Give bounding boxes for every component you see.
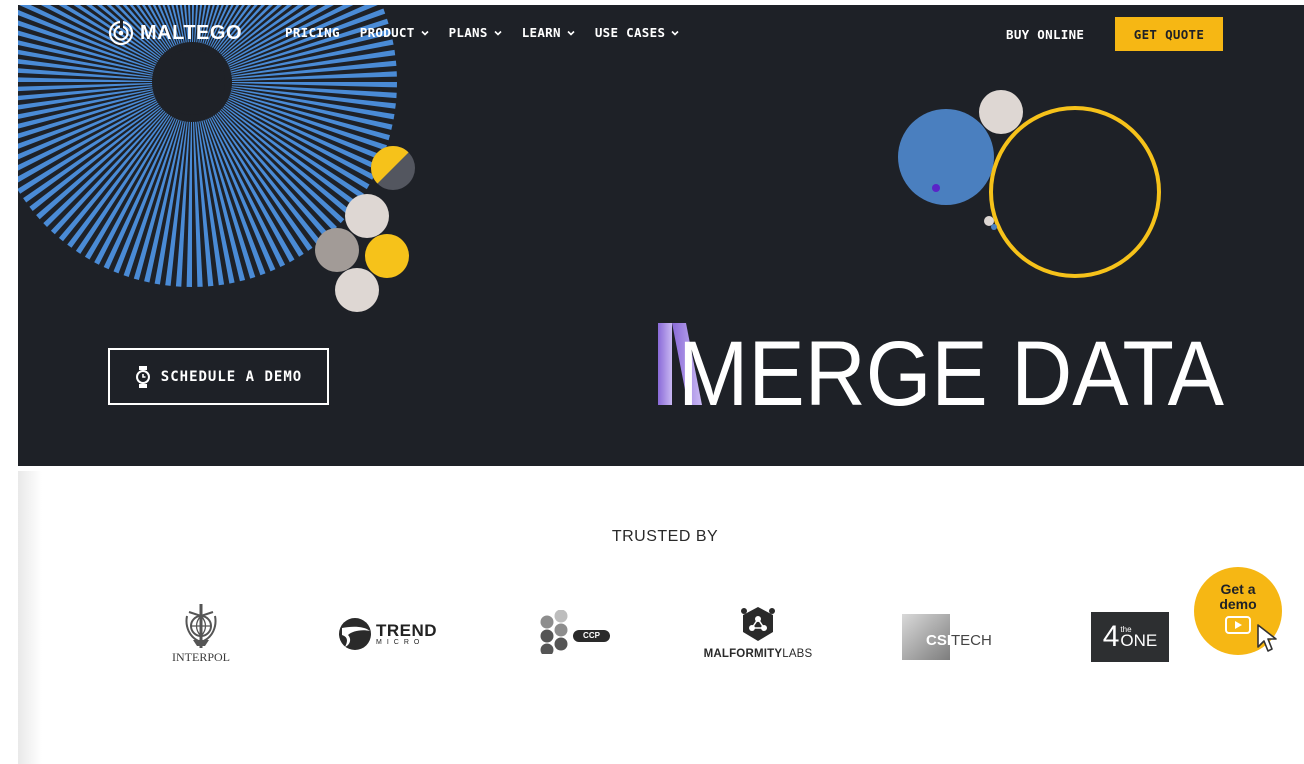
nav-item-plans[interactable]: PLANS xyxy=(449,25,502,40)
malformity-hexagon-icon xyxy=(741,607,775,641)
trend-micro-ball-icon xyxy=(339,618,371,650)
malformity-bold-label: MALFORMITY xyxy=(703,648,783,660)
schedule-demo-label: SCHEDULE A DEMO xyxy=(160,368,303,385)
nav-item-product[interactable]: PRODUCT xyxy=(360,25,429,40)
nav-item-pricing[interactable]: PRICING xyxy=(285,25,340,40)
logo-interpol: INTERPOL xyxy=(166,604,236,665)
schedule-demo-button[interactable]: SCHEDULE A DEMO xyxy=(108,348,329,405)
nav-item-label: PRICING xyxy=(285,25,340,40)
logo-trend-micro: TREND MICRO xyxy=(338,617,437,651)
headline-graphic: MERGE DATA xyxy=(658,323,1225,425)
tech-label: TECH xyxy=(951,632,992,649)
nav-item-label: LEARN xyxy=(521,25,561,40)
ccp-dots-icon xyxy=(540,610,568,654)
maltego-logo[interactable]: MALTEGO xyxy=(108,20,242,46)
watch-icon xyxy=(135,365,150,388)
logo-malformity-labs: MALFORMITYLABS xyxy=(703,605,813,660)
nav-item-label: PLANS xyxy=(448,25,488,40)
demo-line-2: demo xyxy=(1219,595,1257,612)
headline-text: MERGE DATA xyxy=(678,323,1225,407)
chevron-down-icon xyxy=(671,30,679,36)
customer-logos: INTERPOL TREND MICRO CCP MALFORMITYLABS … xyxy=(18,600,1304,680)
csi-bold-label: CSI xyxy=(926,632,952,649)
hero-headline: MERGE DATA xyxy=(658,317,1228,425)
get-quote-label: GET QUOTE xyxy=(1133,26,1205,42)
interpol-label: INTERPOL xyxy=(172,650,230,664)
hero-section: MALTEGO PRICING PRODUCT PLANS LEARN USE … xyxy=(18,5,1304,466)
play-video-icon xyxy=(1225,616,1251,635)
logo-4-the-one: 4 the ONE xyxy=(1091,612,1169,662)
mouse-pointer-icon xyxy=(1257,624,1277,652)
trusted-by-heading: TRUSTED BY xyxy=(611,528,719,545)
demo-line-1: Get a xyxy=(1220,580,1256,597)
top-navigation: MALTEGO PRICING PRODUCT PLANS LEARN USE … xyxy=(18,5,1304,61)
buy-online-link[interactable]: BUY ONLINE xyxy=(1006,27,1084,42)
nav-item-label: PRODUCT xyxy=(359,25,415,40)
chevron-down-icon xyxy=(494,30,502,36)
four-label: 4 xyxy=(1102,620,1120,653)
logo-csi-tech: CSITECH xyxy=(902,614,992,660)
trend-label: TREND xyxy=(376,621,438,640)
labs-label: LABS xyxy=(782,648,813,660)
chevron-down-icon xyxy=(567,30,575,36)
nav-item-use-cases[interactable]: USE CASES xyxy=(595,25,679,40)
page: MALTEGO PRICING PRODUCT PLANS LEARN USE … xyxy=(18,5,1304,764)
logo-ccp: CCP xyxy=(540,608,610,656)
get-quote-button[interactable]: GET QUOTE xyxy=(1115,17,1223,51)
nav-menu: PRICING PRODUCT PLANS LEARN USE CASES xyxy=(285,25,679,40)
nav-item-label: USE CASES xyxy=(594,25,666,40)
micro-label: MICRO xyxy=(376,639,425,646)
one-label: ONE xyxy=(1120,630,1158,650)
interpol-emblem-icon xyxy=(185,604,217,648)
maltego-logo-icon xyxy=(108,20,134,46)
nav-item-learn[interactable]: LEARN xyxy=(522,25,575,40)
ccp-label: CCP xyxy=(573,630,610,642)
brand-name: MALTEGO xyxy=(140,21,243,44)
chevron-down-icon xyxy=(420,30,429,36)
right-circles-graphic xyxy=(898,90,1161,278)
